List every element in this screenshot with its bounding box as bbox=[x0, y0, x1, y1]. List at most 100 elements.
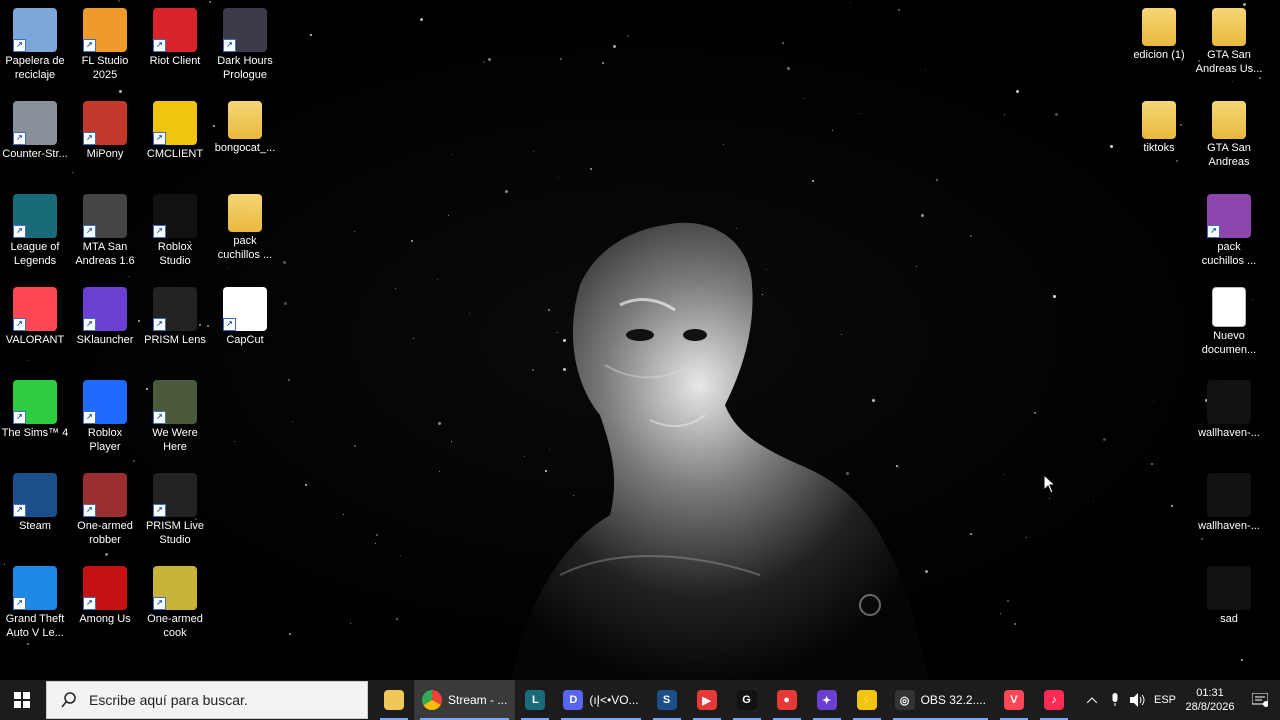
desktop-icon[interactable]: ↗ VALORANT bbox=[0, 281, 70, 371]
desktop-icon-label: CMCLIENT bbox=[146, 148, 204, 160]
desktop-icon[interactable]: ↗ Dark Hours Prologue bbox=[210, 2, 280, 92]
desktop-icon[interactable]: ↗ We Were Here bbox=[140, 374, 210, 464]
star bbox=[1240, 659, 1243, 662]
desktop-icon-label: Papelera de reciclaje bbox=[5, 55, 65, 81]
taskbar-app-obs[interactable]: ◎ OBS 32.2.... bbox=[887, 680, 994, 720]
cmclient-icon: ⚡ bbox=[856, 690, 877, 710]
file-explorer-icon bbox=[384, 690, 404, 710]
shortcut-arrow-icon: ↗ bbox=[83, 504, 96, 517]
one-armed-robber-icon: ↗ bbox=[83, 473, 127, 517]
taskbar-app-tiktok[interactable]: ♪ bbox=[1034, 680, 1074, 720]
star bbox=[411, 239, 414, 242]
taskbar-app-title: (ıĮ<•VO... bbox=[589, 693, 639, 707]
desktop-icon[interactable]: ↗ PRISM Live Studio bbox=[140, 467, 210, 557]
notification-center-icon[interactable] bbox=[1240, 680, 1280, 720]
desktop-icon[interactable]: pack cuchillos ... bbox=[210, 188, 280, 278]
mipony-icon: ↗ bbox=[83, 101, 127, 145]
shortcut-arrow-icon: ↗ bbox=[153, 132, 166, 145]
desktop-icon[interactable]: edicion (1) bbox=[1124, 2, 1194, 92]
desktop-icon[interactable]: ↗ MiPony bbox=[70, 95, 140, 185]
desktop-icon[interactable]: ↗ SKlauncher bbox=[70, 281, 140, 371]
star bbox=[557, 176, 559, 178]
shortcut-arrow-icon: ↗ bbox=[1207, 225, 1220, 238]
desktop-icon[interactable]: ↗ pack cuchillos ... bbox=[1194, 188, 1264, 278]
taskbar-app-media-player[interactable]: ▶ bbox=[687, 680, 727, 720]
star bbox=[354, 444, 357, 447]
language-indicator[interactable]: ESP bbox=[1150, 680, 1180, 720]
start-button[interactable] bbox=[0, 680, 44, 720]
taskbar-app-chrome[interactable]: Stream - ... bbox=[414, 680, 516, 720]
folder-icon bbox=[228, 194, 262, 232]
desktop-icon[interactable]: ↗ PRISM Lens bbox=[140, 281, 210, 371]
desktop-icon-label: GTA San Andreas bbox=[1207, 142, 1251, 168]
star bbox=[613, 44, 617, 48]
desktop-icon-label: SKlauncher bbox=[76, 334, 134, 346]
star bbox=[343, 513, 345, 515]
desktop-icon[interactable]: ↗ One-armed cook bbox=[140, 560, 210, 650]
taskbar-app-valorant[interactable]: V bbox=[994, 680, 1034, 720]
desktop-icon[interactable]: ↗ Roblox Studio bbox=[140, 188, 210, 278]
shortcut-arrow-icon: ↗ bbox=[83, 597, 96, 610]
shortcut-arrow-icon: ↗ bbox=[153, 318, 166, 331]
taskbar-app-file-explorer[interactable] bbox=[374, 680, 414, 720]
tiktok-icon: ♪ bbox=[1043, 690, 1064, 710]
desktop-icon[interactable]: GTA San Andreas bbox=[1194, 95, 1264, 185]
cmclient-icon: ↗ bbox=[153, 101, 197, 145]
star bbox=[304, 484, 307, 487]
desktop-icon[interactable]: GTA San Andreas Us... bbox=[1194, 2, 1264, 92]
desktop-icon[interactable]: ↗ CapCut bbox=[210, 281, 280, 371]
taskbar-search-box[interactable]: Escribe aquí para buscar. bbox=[46, 681, 368, 719]
desktop-icon[interactable]: sad bbox=[1194, 560, 1264, 650]
desktop-icon-label: Roblox Studio bbox=[157, 241, 193, 267]
taskbar-app-g-hub[interactable]: G bbox=[727, 680, 767, 720]
desktop-icon[interactable]: tiktoks bbox=[1124, 95, 1194, 185]
desktop-icon[interactable]: ↗ Counter-Str... bbox=[0, 95, 70, 185]
league-of-legends-icon: ↗ bbox=[13, 194, 57, 238]
desktop-icon-label: sad bbox=[1220, 613, 1238, 625]
gta-v-icon: ↗ bbox=[13, 566, 57, 610]
taskbar-app-discord[interactable]: D (ıĮ<•VO... bbox=[555, 680, 646, 720]
desktop-icon[interactable]: ↗ League of Legends bbox=[0, 188, 70, 278]
desktop-icon[interactable]: wallhaven-... bbox=[1194, 467, 1264, 557]
desktop-icon[interactable]: ↗ MTA San Andreas 1.6 bbox=[70, 188, 140, 278]
microphone-icon[interactable] bbox=[1104, 680, 1126, 720]
shortcut-arrow-icon: ↗ bbox=[13, 39, 26, 52]
show-hidden-icons-chevron-icon[interactable] bbox=[1080, 680, 1104, 720]
desktop-icon[interactable]: ↗ FL Studio 2025 bbox=[70, 2, 140, 92]
taskbar-app-record-app[interactable]: ● bbox=[767, 680, 807, 720]
clock[interactable]: 01:31 28/8/2026 bbox=[1180, 680, 1240, 720]
desktop-icon[interactable]: ↗ Steam bbox=[0, 467, 70, 557]
star bbox=[849, 1, 851, 3]
desktop-icon-label: tiktoks bbox=[1143, 142, 1175, 154]
taskbar-app-sklauncher[interactable]: ✦ bbox=[807, 680, 847, 720]
desktop-icon[interactable]: ↗ One-armed robber bbox=[70, 467, 140, 557]
recycle-bin-icon: ↗ bbox=[13, 8, 57, 52]
desktop-icon-label: MiPony bbox=[86, 148, 124, 160]
desktop-icon[interactable]: ↗ The Sims™ 4 bbox=[0, 374, 70, 464]
desktop-icon[interactable]: ↗ Among Us bbox=[70, 560, 140, 650]
star bbox=[859, 112, 861, 114]
desktop-icon[interactable]: ↗ Papelera de reciclaje bbox=[0, 2, 70, 92]
fl-studio-icon: ↗ bbox=[83, 8, 127, 52]
shortcut-arrow-icon: ↗ bbox=[153, 225, 166, 238]
we-were-here-icon: ↗ bbox=[153, 380, 197, 424]
folder-icon bbox=[1212, 101, 1246, 139]
sims-icon: ↗ bbox=[13, 380, 57, 424]
taskbar-app-cmclient[interactable]: ⚡ bbox=[847, 680, 887, 720]
desktop-icon[interactable]: ↗ Roblox Player bbox=[70, 374, 140, 464]
desktop-icon[interactable]: ↗ Riot Client bbox=[140, 2, 210, 92]
desktop-icon[interactable]: wallhaven-... bbox=[1194, 374, 1264, 464]
taskbar-app-league-client[interactable]: L bbox=[515, 680, 555, 720]
among-us-icon: ↗ bbox=[83, 566, 127, 610]
desktop-icon[interactable]: bongocat_... bbox=[210, 95, 280, 185]
taskbar: Escribe aquí para buscar. Stream - ... L D… bbox=[0, 680, 1280, 720]
desktop-icon[interactable]: ↗ CMCLIENT bbox=[140, 95, 210, 185]
volume-icon[interactable] bbox=[1126, 680, 1150, 720]
taskbar-app-steam[interactable]: S bbox=[647, 680, 687, 720]
desktop-icon-label: MTA San Andreas 1.6 bbox=[75, 241, 135, 267]
desktop-icon[interactable]: ↗ Grand Theft Auto V Le... bbox=[0, 560, 70, 650]
star bbox=[627, 34, 630, 37]
desktop-icon[interactable]: Nuevo documen... bbox=[1194, 281, 1264, 371]
star bbox=[969, 235, 972, 238]
star bbox=[450, 440, 452, 442]
